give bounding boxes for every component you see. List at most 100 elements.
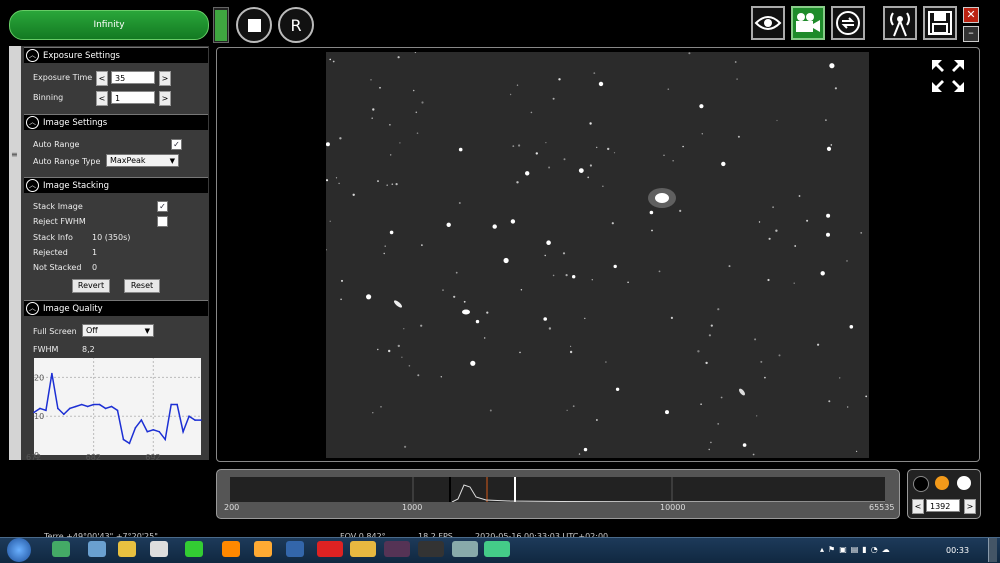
fwhm-point bbox=[194, 419, 196, 421]
minimize-button[interactable]: – bbox=[963, 26, 979, 42]
reject-fwhm-checkbox[interactable] bbox=[157, 216, 168, 227]
auto-range-checkbox[interactable]: ✓ bbox=[171, 139, 182, 150]
fullscreen-icon[interactable] bbox=[930, 58, 966, 94]
vivaldi-icon[interactable] bbox=[317, 541, 343, 557]
galaxy-halo bbox=[648, 188, 676, 208]
star bbox=[543, 317, 547, 321]
star bbox=[509, 93, 512, 96]
taskbar-app-icon[interactable] bbox=[452, 541, 478, 557]
binning-input[interactable]: 1 bbox=[111, 91, 155, 104]
star bbox=[421, 101, 424, 104]
show-desktop-button[interactable] bbox=[988, 538, 997, 562]
binning-increment[interactable]: > bbox=[159, 91, 171, 106]
histogram[interactable] bbox=[230, 477, 885, 502]
exposure-time-input[interactable]: 35 bbox=[111, 71, 155, 84]
star bbox=[798, 195, 801, 197]
exposure-time-decrement[interactable]: < bbox=[96, 71, 108, 86]
close-button[interactable]: ✕ bbox=[963, 7, 979, 23]
fwhm-point bbox=[63, 413, 65, 416]
star bbox=[463, 300, 466, 303]
exposure-time-increment[interactable]: > bbox=[159, 71, 171, 86]
sky-image[interactable] bbox=[326, 52, 869, 458]
color-black-button[interactable] bbox=[913, 476, 929, 492]
star bbox=[525, 171, 530, 176]
star bbox=[817, 343, 820, 346]
full-screen-select[interactable]: Off ▼ bbox=[82, 324, 154, 337]
image-stacking-header[interactable]: ︿ Image Stacking bbox=[24, 177, 208, 193]
taskbar-app-icon[interactable] bbox=[286, 541, 304, 557]
star bbox=[340, 298, 342, 301]
star bbox=[700, 403, 702, 406]
star bbox=[388, 349, 391, 353]
fwhm-point bbox=[188, 415, 190, 417]
chrome-icon[interactable] bbox=[118, 541, 136, 557]
record-button[interactable]: R bbox=[278, 7, 314, 43]
file-explorer-icon[interactable] bbox=[350, 541, 376, 557]
star bbox=[408, 365, 411, 367]
system-tray-icons[interactable]: ▴⚑▣▤▮◔☁ bbox=[820, 545, 930, 555]
chevron-down-icon: ▼ bbox=[169, 157, 175, 165]
taskbar-app-icon[interactable] bbox=[88, 541, 106, 557]
star bbox=[390, 154, 392, 156]
star bbox=[847, 406, 849, 408]
star bbox=[682, 145, 684, 148]
taskbar-app-icon[interactable] bbox=[418, 541, 444, 557]
start-button[interactable] bbox=[7, 538, 31, 562]
star bbox=[820, 271, 825, 276]
binning-decrement[interactable]: < bbox=[96, 91, 108, 106]
star bbox=[860, 232, 863, 234]
fwhm-point bbox=[45, 409, 47, 412]
not-stacked-label: Not Stacked bbox=[33, 263, 82, 272]
star bbox=[829, 63, 835, 69]
star bbox=[352, 193, 355, 196]
media-player-icon[interactable] bbox=[254, 541, 272, 557]
star bbox=[710, 324, 713, 327]
taskbar-app-icon[interactable] bbox=[484, 541, 510, 557]
whatsapp-icon[interactable] bbox=[185, 541, 203, 557]
star bbox=[572, 405, 575, 408]
exposure-section: ︿ Exposure Settings Exposure Time < 35 > … bbox=[24, 47, 208, 113]
star-field bbox=[326, 52, 868, 456]
star bbox=[778, 354, 781, 357]
panel-scrollbar[interactable]: ≡ bbox=[9, 46, 21, 460]
view-button[interactable] bbox=[751, 6, 785, 40]
star bbox=[672, 160, 674, 162]
star bbox=[865, 395, 868, 398]
vlc-icon[interactable] bbox=[222, 541, 240, 557]
star bbox=[720, 396, 723, 399]
color-value-input[interactable]: 1392 bbox=[926, 499, 960, 512]
color-value-decrement[interactable]: < bbox=[912, 499, 924, 514]
taskbar-app-icon[interactable] bbox=[150, 541, 168, 557]
star bbox=[421, 244, 423, 246]
star bbox=[665, 410, 669, 415]
star bbox=[734, 61, 737, 63]
reset-button[interactable]: Reset bbox=[124, 279, 160, 293]
star bbox=[806, 219, 809, 222]
taskbar-app-icon[interactable] bbox=[384, 541, 410, 557]
star bbox=[535, 152, 538, 155]
record-label: R bbox=[290, 15, 302, 35]
star bbox=[384, 245, 386, 247]
image-quality-header[interactable]: ︿ Image Quality bbox=[24, 300, 208, 316]
stop-button[interactable] bbox=[236, 7, 272, 43]
camera-button[interactable] bbox=[791, 6, 825, 40]
loop-button[interactable] bbox=[831, 6, 865, 40]
stack-image-checkbox[interactable]: ✓ bbox=[157, 201, 168, 212]
infinity-button[interactable]: Infinity bbox=[9, 10, 209, 40]
color-value-increment[interactable]: > bbox=[964, 499, 976, 514]
star bbox=[667, 88, 670, 90]
star bbox=[736, 78, 738, 80]
taskbar-app-icon[interactable] bbox=[52, 541, 70, 557]
save-button[interactable] bbox=[923, 6, 957, 40]
color-orange-button[interactable] bbox=[935, 476, 949, 490]
star bbox=[849, 325, 854, 329]
level-meter-fill bbox=[215, 10, 227, 41]
exposure-header[interactable]: ︿ Exposure Settings bbox=[24, 47, 208, 63]
auto-range-type-select[interactable]: MaxPeak ▼ bbox=[106, 154, 179, 167]
star bbox=[679, 209, 682, 212]
color-white-button[interactable] bbox=[957, 476, 971, 490]
image-settings-header[interactable]: ︿ Image Settings bbox=[24, 114, 208, 130]
broadcast-button[interactable] bbox=[883, 6, 917, 40]
revert-button[interactable]: Revert bbox=[72, 279, 110, 293]
star bbox=[518, 144, 521, 147]
